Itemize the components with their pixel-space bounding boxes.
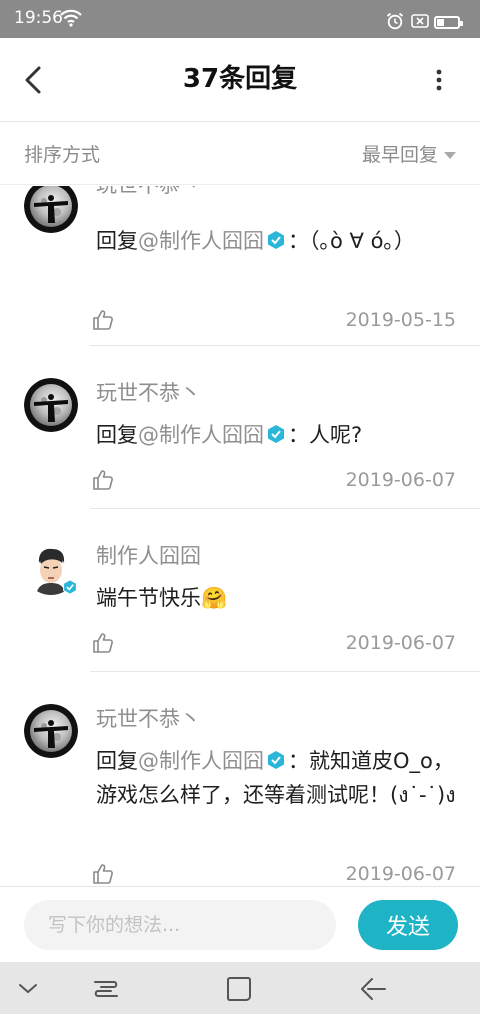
caret-down-icon bbox=[444, 151, 456, 159]
comment-item: 玩世不恭丶 回复@制作人囧囧 ：人呢? 2019-06-07 bbox=[0, 346, 480, 509]
verified-badge-icon bbox=[268, 425, 284, 443]
status-time: 19:56 bbox=[14, 8, 63, 28]
battery-icon bbox=[434, 16, 463, 29]
comment-input[interactable] bbox=[24, 900, 336, 950]
status-bar: 19:56 bbox=[0, 0, 480, 38]
sim-x-icon bbox=[411, 14, 429, 28]
comment-date: 2019-06-07 bbox=[345, 469, 456, 491]
verified-badge-icon bbox=[268, 751, 284, 769]
comment-text: 回复@制作人囧囧 ：（｡ò ∀ ó｡） bbox=[96, 229, 415, 253]
comment-username[interactable]: 制作人囧囧 bbox=[96, 542, 201, 570]
mention-link[interactable]: @制作人囧囧 bbox=[138, 229, 264, 253]
mention-link[interactable]: @制作人囧囧 bbox=[138, 423, 264, 447]
home-icon[interactable] bbox=[226, 976, 252, 1002]
thumbs-up-icon[interactable] bbox=[92, 309, 114, 331]
comment-date: 2019-06-07 bbox=[345, 632, 456, 654]
sort-bar: 排序方式 最早回复 bbox=[0, 123, 480, 185]
comment-item: 玩世不恭丶 回复@制作人囧囧：（｡ò ∀ ó｡） 2019-05-15 bbox=[0, 186, 480, 346]
sort-dropdown[interactable]: 最早回复 bbox=[362, 143, 456, 167]
hugging-face-emoji: 🤗 bbox=[201, 586, 228, 610]
comment-text: 端午节快乐🤗 bbox=[96, 586, 228, 610]
comment-text: 回复@制作人囧囧 ：就知道皮O_o，游戏怎么样了，还等着测试呢！(ง˙-˙)ง bbox=[96, 749, 456, 807]
thumbs-up-icon[interactable] bbox=[92, 632, 114, 654]
vertical-dots-icon[interactable] bbox=[430, 68, 448, 92]
avatar[interactable] bbox=[24, 704, 78, 758]
comment-date: 2019-05-15 bbox=[345, 309, 456, 331]
avatar[interactable] bbox=[24, 378, 78, 432]
mention-link[interactable]: @制作人囧囧 bbox=[138, 749, 264, 773]
comment-input-bar: 发送 bbox=[0, 886, 480, 962]
thumbs-up-icon[interactable] bbox=[92, 863, 114, 885]
wifi-icon bbox=[60, 9, 82, 27]
comment-username[interactable]: 玩世不恭丶 bbox=[96, 705, 201, 733]
top-app-bar: 37条回复 bbox=[0, 38, 480, 122]
comment-item: 玩世不恭丶 回复@制作人囧囧 ：就知道皮O_o，游戏怎么样了，还等着测试呢！(ง˙… bbox=[0, 672, 480, 886]
recent-apps-icon[interactable] bbox=[92, 976, 120, 1002]
comment-date: 2019-06-07 bbox=[345, 863, 456, 885]
comment-item: 制作人囧囧 端午节快乐🤗 2019-06-07 bbox=[0, 509, 480, 672]
comment-username[interactable]: 玩世不恭丶 bbox=[96, 379, 201, 407]
page-title: 37条回复 bbox=[182, 64, 298, 94]
comment-list[interactable]: 玩世不恭丶 回复@制作人囧囧：（｡ò ∀ ó｡） 2019-05-15 玩世不恭… bbox=[0, 186, 480, 886]
thumbs-up-icon[interactable] bbox=[92, 469, 114, 491]
verified-badge-icon bbox=[268, 231, 284, 249]
alarm-icon bbox=[386, 12, 404, 30]
sort-selected-value: 最早回复 bbox=[361, 144, 438, 166]
back-icon[interactable] bbox=[358, 976, 388, 1002]
system-nav-bar bbox=[0, 962, 480, 1014]
verified-badge-icon bbox=[63, 579, 77, 595]
battery-level bbox=[437, 19, 444, 26]
chevron-down-icon[interactable] bbox=[16, 978, 40, 998]
comment-text: 回复@制作人囧囧 ：人呢? bbox=[96, 423, 363, 447]
send-button[interactable]: 发送 bbox=[358, 900, 458, 950]
sort-label: 排序方式 bbox=[24, 144, 101, 166]
avatar[interactable] bbox=[24, 186, 78, 233]
comment-username[interactable]: 玩世不恭丶 bbox=[96, 186, 201, 199]
